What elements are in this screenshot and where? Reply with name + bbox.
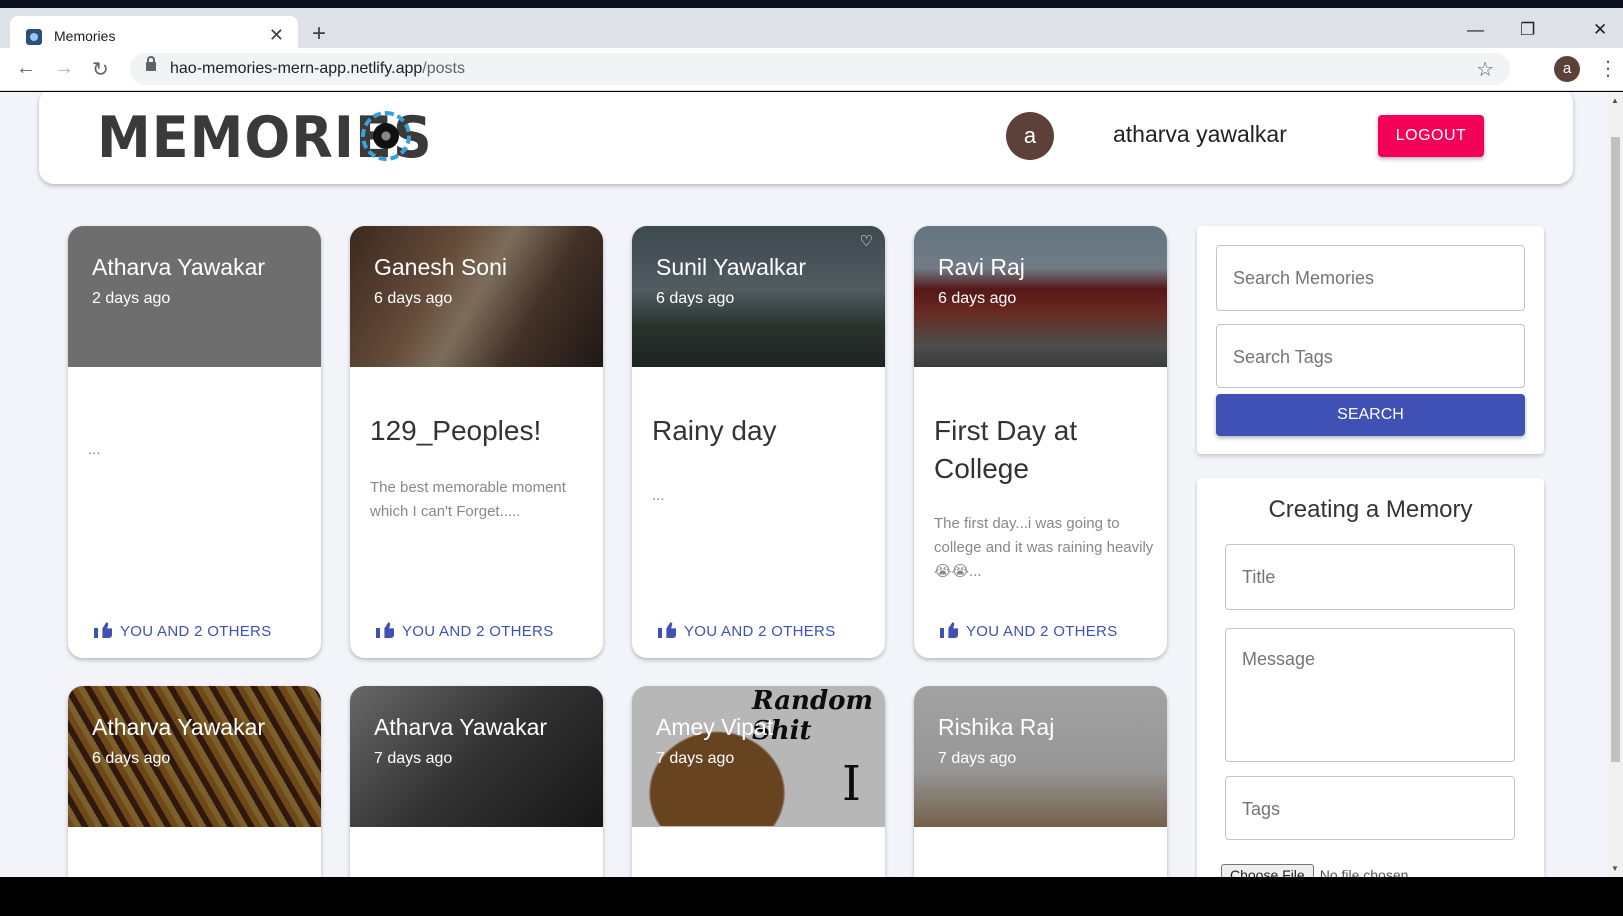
post-message: ...: [652, 487, 665, 504]
post-card: Atharva Yawakar 7 days ago: [350, 686, 603, 877]
browser-profile-avatar[interactable]: a: [1554, 56, 1580, 82]
lock-icon: [146, 56, 156, 71]
post-author: Atharva Yawakar: [374, 714, 548, 740]
like-button[interactable]: YOU AND 2 OTHERS: [658, 622, 836, 640]
post-time: 6 days ago: [938, 290, 1017, 307]
post-author: Sunil Yawalkar: [656, 254, 807, 280]
post-time: 2 days ago: [92, 290, 171, 307]
image-letter-text: I: [842, 756, 861, 812]
post-message: ...: [88, 441, 101, 458]
no-file-label: No file chosen: [1319, 867, 1409, 877]
file-input[interactable]: Choose File No file chosen: [1221, 864, 1408, 877]
like-button[interactable]: YOU AND 2 OTHERS: [376, 622, 554, 640]
post-card: Rishika Raj 7 days ago: [914, 686, 1167, 877]
post-time: 7 days ago: [938, 750, 1017, 767]
taskbar: [0, 877, 1623, 916]
post-time: 7 days ago: [656, 750, 735, 767]
post-card: Ganesh Soni 6 days ago 129_Peoples! The …: [350, 226, 603, 658]
search-button[interactable]: SEARCH: [1216, 394, 1525, 436]
restore-button[interactable]: ❐: [1520, 20, 1535, 40]
user-name: atharva yawalkar: [1113, 121, 1287, 147]
post-card: Ravi Raj 6 days ago First Day at College…: [914, 226, 1167, 658]
memories-favicon-icon: [26, 29, 42, 45]
post-title: First Day at College: [934, 415, 1078, 484]
like-button[interactable]: YOU AND 2 OTHERS: [94, 622, 272, 640]
post-time: 7 days ago: [374, 750, 453, 767]
reload-icon[interactable]: ↻: [92, 57, 109, 82]
camera-lens-logo-icon: [361, 111, 411, 161]
app-bar: MEMORIES a atharva yawalkar LOGOUT: [39, 92, 1573, 184]
user-avatar: a: [1006, 112, 1054, 160]
post-author: Ganesh Soni: [374, 254, 507, 280]
post-author: Atharva Yawakar: [92, 254, 266, 280]
browser-menu-icon[interactable]: ⋮: [1598, 56, 1618, 81]
tab-bar: Memories ✕ + — ❐ ✕: [0, 8, 1623, 56]
choose-file-button[interactable]: Choose File: [1221, 864, 1314, 877]
post-message: The first day...i was going to college a…: [934, 515, 1154, 580]
post-title: 129_Peoples!: [370, 415, 542, 446]
message-input[interactable]: Message: [1225, 628, 1515, 762]
post-author: Amey Vipat: [656, 714, 774, 740]
address-bar: ← → ↻ hao-memories-mern-app.netlify.app/…: [0, 48, 1623, 91]
page-scrollbar[interactable]: ▲ ▼: [1608, 92, 1623, 877]
tab-title: Memories: [54, 28, 116, 44]
search-tags-input[interactable]: Search Tags: [1216, 324, 1525, 388]
thumb-up-icon: [94, 622, 112, 638]
thumb-up-icon: [658, 622, 676, 638]
new-tab-button[interactable]: +: [312, 22, 326, 46]
post-time: 6 days ago: [92, 750, 171, 767]
scrollbar-thumb[interactable]: [1611, 137, 1620, 762]
post-card: Atharva Yawakar 2 days ago ... YOU AND 2…: [68, 226, 321, 658]
back-arrow-icon[interactable]: ←: [16, 57, 36, 80]
bookmark-star-icon[interactable]: ☆: [1476, 57, 1494, 82]
heart-icon[interactable]: ♡: [860, 232, 873, 250]
post-title: Rainy day: [652, 415, 777, 446]
post-card: Random Shit I Amey Vipat 7 days ago: [632, 686, 885, 877]
scroll-down-icon[interactable]: ▼: [1611, 864, 1619, 873]
form-heading: Creating a Memory: [1268, 496, 1473, 523]
thumb-up-icon: [940, 622, 958, 638]
tags-input[interactable]: Tags: [1225, 776, 1515, 840]
post-time: 6 days ago: [374, 290, 453, 307]
create-memory-form: Creating a Memory Title Message Tags Cho…: [1197, 478, 1544, 877]
url-text: hao-memories-mern-app.netlify.app/posts: [170, 60, 465, 77]
post-time: 6 days ago: [656, 290, 735, 307]
post-card: ♡ Sunil Yawalkar 6 days ago Rainy day ..…: [632, 226, 885, 658]
post-author: Ravi Raj: [938, 254, 1025, 280]
forward-arrow-icon[interactable]: →: [54, 57, 74, 80]
minimize-button[interactable]: —: [1467, 20, 1484, 40]
thumb-up-icon: [376, 622, 394, 638]
post-card: Atharva Yawakar 6 days ago: [68, 686, 321, 877]
search-memories-input[interactable]: Search Memories: [1216, 245, 1525, 311]
like-button[interactable]: YOU AND 2 OTHERS: [940, 622, 1118, 640]
desktop-strip: [0, 0, 1623, 8]
close-window-button[interactable]: ✕: [1593, 20, 1607, 40]
post-author: Rishika Raj: [938, 714, 1055, 740]
scroll-up-icon[interactable]: ▲: [1611, 96, 1619, 105]
omnibox[interactable]: hao-memories-mern-app.netlify.app/posts …: [130, 53, 1510, 85]
post-message: The best memorable moment which I can't …: [370, 479, 566, 520]
title-input[interactable]: Title: [1225, 544, 1515, 610]
page-viewport: MEMORIES a atharva yawalkar LOGOUT Athar…: [0, 92, 1623, 877]
logout-button[interactable]: LOGOUT: [1378, 115, 1484, 157]
tab-close-icon[interactable]: ✕: [269, 25, 284, 46]
post-author: Atharva Yawakar: [92, 714, 266, 740]
search-panel: Search Memories Search Tags SEARCH: [1197, 226, 1544, 454]
